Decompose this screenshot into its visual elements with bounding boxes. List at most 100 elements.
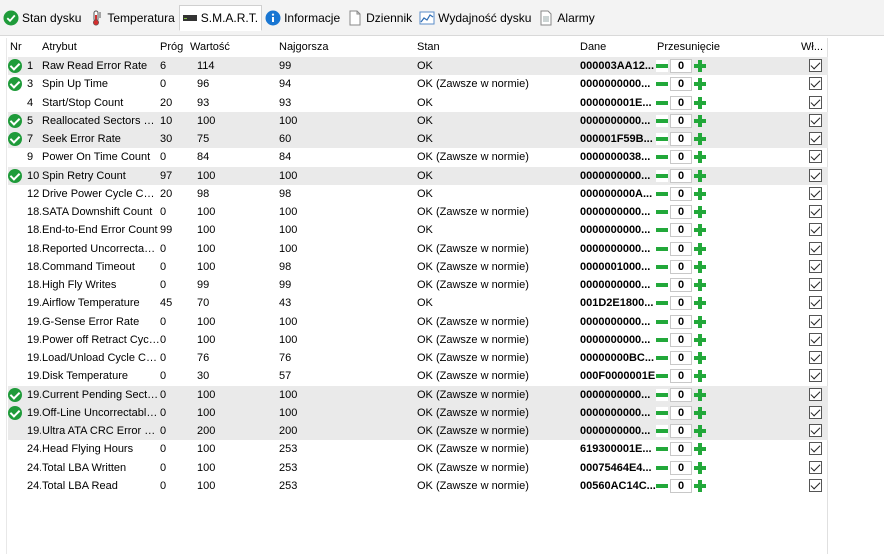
offset-value[interactable]: 0 — [670, 332, 692, 347]
table-row[interactable]: 24...Head Flying Hours 0 100 253 OK (Zawsze … — [8, 440, 828, 458]
offset-value[interactable]: 0 — [670, 113, 692, 128]
col-header-threshold[interactable]: Próg — [160, 41, 183, 53]
enabled-checkbox[interactable] — [809, 351, 822, 364]
table-row[interactable]: 19...Disk Temperature 0 30 57 OK (Zawsze w n… — [8, 367, 828, 385]
decrement-button[interactable] — [656, 297, 668, 310]
decrement-button[interactable] — [656, 461, 668, 474]
offset-value[interactable]: 0 — [670, 59, 692, 73]
increment-button[interactable] — [694, 297, 706, 310]
increment-button[interactable] — [694, 133, 706, 145]
enabled-checkbox[interactable] — [809, 95, 822, 109]
offset-value[interactable]: 0 — [670, 296, 692, 311]
table-row[interactable]: 9 Power On Time Count 0 84 84 OK (Zawsze w no… — [8, 148, 828, 166]
table-row[interactable]: 10 Spin Retry Count 97 100 100 OK 0000000000..… — [8, 166, 828, 185]
decrement-button[interactable] — [656, 96, 668, 109]
col-header-value[interactable]: Wartość — [190, 41, 230, 53]
increment-button[interactable] — [694, 151, 706, 164]
offset-value[interactable]: 0 — [670, 278, 692, 292]
increment-button[interactable] — [694, 206, 706, 218]
enabled-checkbox[interactable] — [809, 168, 822, 182]
tab-alarmy[interactable]: Alarmy — [535, 6, 599, 30]
table-row[interactable]: 12 Drive Power Cycle Cou... 20 98 98 OK 000000… — [8, 185, 828, 203]
enabled-checkbox[interactable] — [809, 296, 822, 310]
enabled-checkbox[interactable] — [809, 478, 822, 492]
enabled-checkbox[interactable] — [809, 424, 822, 437]
enabled-checkbox[interactable] — [809, 241, 822, 255]
decrement-button[interactable] — [656, 78, 668, 91]
col-header-offset[interactable]: Przesunięcie — [657, 41, 720, 53]
decrement-button[interactable] — [656, 279, 668, 291]
table-row[interactable]: 19...Off-Line Uncorrectable...0100100OK … — [8, 403, 828, 422]
table-row[interactable]: 19...Load/Unload Cycle Co...07676OK (Zaw… — [8, 349, 828, 367]
table-row[interactable]: 18...End-to-End Error Count99100100OK000… — [8, 221, 828, 239]
increment-button[interactable] — [694, 388, 706, 401]
offset-value[interactable]: 0 — [670, 369, 692, 384]
increment-button[interactable] — [694, 443, 706, 456]
offset-value[interactable]: 0 — [670, 168, 692, 183]
decrement-button[interactable] — [656, 406, 668, 419]
table-row[interactable]: 19...Power off Retract Cycl...0100100OK … — [8, 331, 828, 349]
offset-value[interactable]: 0 — [670, 259, 692, 274]
table-row[interactable]: 1 Raw Read Error Rate 6 114 99 OK 000003AA12..… — [8, 57, 828, 76]
increment-button[interactable] — [694, 96, 706, 109]
col-header-attribute[interactable]: Atrybut — [42, 41, 77, 53]
table-row[interactable]: 5 Reallocated Sectors Co... 10 100 100 OK 0000… — [8, 111, 828, 130]
decrement-button[interactable] — [656, 187, 668, 200]
table-row[interactable]: 19...Airflow Temperature 45 70 43 OK 001D2E18… — [8, 294, 828, 312]
tab-stan-dysku[interactable]: Stan dysku — [0, 6, 86, 30]
table-row[interactable]: 18...Reported Uncorrectabl...0100100OK (… — [8, 240, 828, 258]
increment-button[interactable] — [694, 315, 706, 328]
decrement-button[interactable] — [656, 60, 668, 72]
col-header-worst[interactable]: Najgorsza — [279, 41, 329, 53]
increment-button[interactable] — [694, 78, 706, 91]
offset-value[interactable]: 0 — [670, 405, 692, 420]
enabled-checkbox[interactable] — [809, 369, 822, 383]
offset-value[interactable]: 0 — [670, 387, 692, 402]
col-header-nr[interactable]: Nr — [10, 41, 22, 53]
tab-s-m-a-r-t[interactable]: S.M.A.R.T. — [178, 5, 263, 31]
offset-value[interactable]: 0 — [670, 132, 692, 146]
tab-temperatura[interactable]: Temperatura — [85, 6, 179, 30]
enabled-checkbox[interactable] — [809, 150, 822, 164]
enabled-checkbox[interactable] — [809, 314, 822, 328]
offset-value[interactable]: 0 — [670, 351, 692, 365]
table-row[interactable]: 4 Start/Stop Count 20 93 93 OK 000000001E... 0 — [8, 94, 828, 112]
decrement-button[interactable] — [656, 206, 668, 218]
table-row[interactable]: 18...Command Timeout 0 100 98 OK (Zawsze w n… — [8, 258, 828, 276]
offset-value[interactable]: 0 — [670, 223, 692, 238]
decrement-button[interactable] — [656, 443, 668, 456]
increment-button[interactable] — [694, 224, 706, 237]
enabled-checkbox[interactable] — [809, 259, 822, 273]
increment-button[interactable] — [694, 370, 706, 383]
table-row[interactable]: 18...High Fly Writes 0 99 99 OK (Zawsze w no… — [8, 276, 828, 294]
decrement-button[interactable] — [656, 315, 668, 328]
table-row[interactable]: 19...G-Sense Error Rate 0 100 100 OK (Zawsze… — [8, 313, 828, 331]
table-row[interactable]: 3 Spin Up Time 0 96 94 OK (Zawsze w normie) 00… — [8, 75, 828, 93]
increment-button[interactable] — [694, 479, 706, 492]
increment-button[interactable] — [694, 279, 706, 291]
enabled-checkbox[interactable] — [809, 387, 822, 401]
enabled-checkbox[interactable] — [809, 186, 822, 200]
decrement-button[interactable] — [656, 133, 668, 145]
decrement-button[interactable] — [656, 388, 668, 401]
tab-informacje[interactable]: Informacje — [262, 6, 345, 30]
increment-button[interactable] — [694, 114, 706, 127]
col-header-enabled[interactable]: Wł... — [801, 41, 823, 53]
col-header-data[interactable]: Dane — [580, 41, 606, 53]
decrement-button[interactable] — [656, 151, 668, 164]
table-row[interactable]: 7 Seek Error Rate 30 75 60 OK 000001F59B... 0 — [8, 130, 828, 149]
table-row[interactable]: 24...Total LBA Written 0 100 253 OK (Zawsze … — [8, 459, 828, 477]
table-row[interactable]: 24...Total LBA Read 0 100 253 OK (Zawsze w n… — [8, 477, 828, 495]
increment-button[interactable] — [694, 60, 706, 72]
enabled-checkbox[interactable] — [809, 278, 822, 291]
offset-value[interactable]: 0 — [670, 77, 692, 92]
enabled-checkbox[interactable] — [809, 223, 822, 237]
increment-button[interactable] — [694, 406, 706, 419]
increment-button[interactable] — [694, 352, 706, 364]
table-row[interactable]: 19...Current Pending Secto...0100100OK (… — [8, 385, 828, 404]
table-row[interactable]: 18...SATA Downshift Count 0 100 100 OK (Zaws… — [8, 203, 828, 221]
table-row[interactable]: 19...Ultra ATA CRC Error C...0200200OK (… — [8, 422, 828, 441]
decrement-button[interactable] — [656, 169, 668, 182]
enabled-checkbox[interactable] — [809, 332, 822, 346]
offset-value[interactable]: 0 — [670, 95, 692, 110]
